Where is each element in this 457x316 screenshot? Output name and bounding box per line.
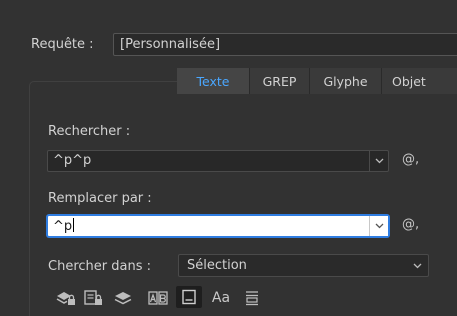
chevron-down-icon bbox=[375, 223, 384, 229]
include-master-pages-icon[interactable] bbox=[148, 288, 168, 308]
replace-value-wrap: ^p bbox=[53, 218, 75, 234]
find-change-dialog: Requête : [Personnalisée] Texte GREP Gly… bbox=[0, 0, 457, 316]
find-special-char-button[interactable]: @, bbox=[402, 152, 419, 167]
search-in-select[interactable]: Sélection bbox=[178, 254, 429, 277]
find-field[interactable]: ^p^p bbox=[47, 150, 389, 172]
replace-special-char-button[interactable]: @, bbox=[402, 217, 419, 232]
case-sensitive-icon[interactable]: Aa bbox=[208, 288, 234, 308]
tab-objet[interactable]: Objet bbox=[382, 68, 457, 94]
find-value: ^p^p bbox=[53, 153, 92, 168]
replace-value: ^p bbox=[53, 219, 73, 234]
chevron-down-icon bbox=[375, 158, 384, 164]
include-footnotes-icon[interactable] bbox=[176, 286, 202, 308]
replace-field[interactable]: ^p bbox=[47, 215, 389, 237]
include-hidden-layers-icon[interactable] bbox=[113, 288, 133, 308]
whole-word-icon[interactable] bbox=[242, 288, 262, 308]
query-label: Requête : bbox=[31, 37, 94, 52]
text-caret bbox=[73, 218, 75, 232]
query-select[interactable]: [Personnalisée] bbox=[113, 33, 457, 56]
tab-bar: Texte GREP Glyphe Objet bbox=[177, 68, 457, 94]
replace-label: Remplacer par : bbox=[48, 191, 152, 206]
find-dropdown-button[interactable] bbox=[369, 151, 388, 171]
chevron-down-icon bbox=[413, 263, 422, 269]
include-locked-stories-icon[interactable] bbox=[84, 288, 104, 308]
tab-glyphe[interactable]: Glyphe bbox=[310, 68, 382, 94]
include-locked-layers-icon[interactable] bbox=[56, 288, 76, 308]
search-in-label: Chercher dans : bbox=[48, 259, 151, 274]
query-value: [Personnalisée] bbox=[120, 37, 221, 52]
find-label: Rechercher : bbox=[48, 124, 131, 139]
replace-dropdown-button[interactable] bbox=[369, 216, 388, 236]
tab-texte[interactable]: Texte bbox=[177, 68, 250, 94]
tab-grep[interactable]: GREP bbox=[250, 68, 310, 94]
search-in-value: Sélection bbox=[187, 258, 247, 273]
